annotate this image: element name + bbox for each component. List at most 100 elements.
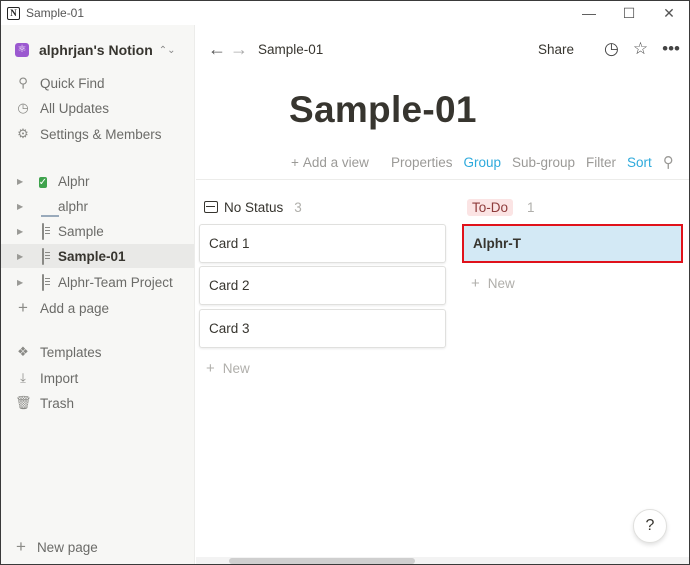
add-page-label: Add a page (40, 300, 110, 316)
card-title: Card 1 (209, 236, 250, 251)
window-title: Sample-01 (26, 6, 85, 20)
expand-arrow-icon[interactable]: ▶ (17, 227, 27, 236)
sidebar-page-sample[interactable]: ▶ Sample (1, 219, 194, 243)
expand-arrow-icon[interactable]: ▶ (17, 177, 27, 186)
sidebar-item-label: All Updates (40, 100, 110, 116)
sidebar-page-sample-01[interactable]: ▶ Sample-01 (1, 244, 194, 268)
notion-logo-icon: N (7, 6, 20, 20)
new-card-label: New (487, 275, 515, 291)
sidebar-item-settings[interactable]: ⚙ Settings & Members (1, 122, 194, 146)
new-card-button[interactable]: + New (206, 358, 250, 378)
help-button[interactable]: ? (633, 509, 667, 543)
board-card[interactable]: Card 1 (199, 224, 446, 263)
add-page-button[interactable]: + Add a page (1, 296, 194, 320)
sidebar-item-label: Templates (40, 344, 102, 360)
column-header-to-do[interactable]: To-Do 1 (467, 197, 535, 217)
sidebar-item-label: Trash (40, 395, 75, 411)
page-icon (42, 247, 44, 265)
new-card-label: New (222, 360, 250, 376)
add-view-button[interactable]: + Add a view (291, 155, 380, 170)
new-card-button[interactable]: + New (471, 273, 515, 293)
search-icon[interactable]: ⚲ (663, 153, 674, 171)
sort-button[interactable]: Sort (627, 155, 652, 170)
properties-button[interactable]: Properties (391, 155, 453, 170)
forward-arrow-icon[interactable]: → (228, 39, 250, 60)
board-card-selected[interactable]: Alphr-T (462, 224, 683, 263)
add-view-label: Add a view (302, 154, 369, 170)
toolbar-divider (196, 179, 689, 180)
horizontal-scrollbar-thumb[interactable] (229, 558, 415, 564)
page-icon (42, 273, 44, 291)
inbox-icon (204, 201, 218, 213)
trash-icon: 🗑 (15, 395, 32, 410)
back-arrow-icon[interactable]: ← (206, 39, 228, 60)
more-options-icon[interactable]: ••• (662, 39, 680, 59)
sidebar-page-label: Alphr (58, 173, 90, 189)
minimize-button[interactable]: — (569, 1, 609, 25)
expand-arrow-icon[interactable]: ▶ (17, 278, 27, 287)
workspace-switcher[interactable]: ⚛ alphrjan's Notion ⌃⌄ (15, 39, 176, 61)
sidebar-item-all-updates[interactable]: ◷ All Updates (1, 96, 194, 120)
group-button[interactable]: Group (463, 155, 501, 170)
board-card[interactable]: Card 3 (199, 309, 446, 348)
subgroup-button[interactable]: Sub-group (512, 155, 575, 170)
plus-icon: + (18, 298, 28, 317)
sidebar-page-alphr-lower[interactable]: ▶ alphr (1, 194, 194, 218)
star-icon[interactable]: ☆ (633, 39, 648, 59)
new-page-label: New page (36, 539, 98, 555)
plus-icon: + (16, 537, 26, 556)
page-title[interactable]: Sample-01 (289, 89, 477, 131)
view-toolbar: + Add a view Properties Group Sub-group F… (291, 151, 685, 173)
sidebar-item-label: Quick Find (40, 75, 105, 91)
title-bar: N Sample-01 — ☐ ✕ (1, 1, 689, 25)
expand-arrow-icon[interactable]: ▶ (17, 252, 27, 261)
column-count: 3 (294, 199, 302, 215)
maximize-button[interactable]: ☐ (609, 1, 649, 25)
gear-icon: ⚙ (17, 126, 29, 141)
filter-button[interactable]: Filter (586, 155, 616, 170)
page-icon (42, 222, 44, 240)
templates-icon: ❖ (17, 344, 29, 359)
plus-icon: + (291, 154, 299, 170)
column-title: No Status (224, 199, 284, 215)
column-header-no-status[interactable]: No Status 3 (204, 197, 302, 217)
sidebar-page-alphr-team-project[interactable]: ▶ Alphr-Team Project (1, 270, 194, 294)
sidebar-page-label: Sample (58, 223, 104, 239)
sidebar-page-label: alphr (58, 198, 89, 214)
column-count: 1 (527, 199, 535, 215)
download-icon: ⤓ (20, 370, 26, 385)
sidebar-page-alphr[interactable]: ▶ ✓ Alphr (1, 169, 194, 193)
card-title: Card 3 (209, 321, 250, 336)
card-title: Alphr-T (473, 236, 521, 251)
new-page-button[interactable]: + New page (1, 534, 194, 560)
sidebar-page-label: Alphr-Team Project (58, 274, 173, 290)
sidebar-page-label: Sample-01 (58, 248, 126, 264)
app-window: N Sample-01 — ☐ ✕ ⚛ alphrjan's Notion ⌃⌄… (0, 0, 690, 565)
check-icon: ✓ (38, 177, 48, 188)
card-title: Card 2 (209, 278, 250, 293)
sidebar-item-label: Settings & Members (40, 126, 162, 142)
window-controls: — ☐ ✕ (569, 1, 689, 25)
breadcrumb[interactable]: Sample-01 (258, 42, 323, 57)
sidebar-item-label: Import (40, 370, 79, 386)
sidebar-item-import[interactable]: ⤓ Import (1, 366, 194, 390)
plus-icon: + (206, 359, 215, 377)
top-actions: Share ◷ ☆ ••• (538, 25, 680, 73)
expand-arrow-icon[interactable]: ▶ (17, 202, 27, 211)
workspace-name: alphrjan's Notion (39, 42, 153, 58)
sidebar: ⚛ alphrjan's Notion ⌃⌄ ⚲ Quick Find ◷ Al… (1, 25, 195, 564)
sidebar-item-trash[interactable]: 🗑 Trash (1, 391, 194, 415)
sidebar-item-quick-find[interactable]: ⚲ Quick Find (1, 71, 194, 95)
column-title: To-Do (467, 198, 514, 216)
sidebar-item-templates[interactable]: ❖ Templates (1, 340, 194, 364)
board-card[interactable]: Card 2 (199, 266, 446, 305)
close-button[interactable]: ✕ (649, 1, 689, 25)
workspace-icon: ⚛ (15, 43, 29, 57)
top-bar: ← → Sample-01 Share ◷ ☆ ••• (196, 25, 689, 73)
plus-icon: + (471, 274, 480, 292)
chevron-updown-icon: ⌃⌄ (158, 44, 176, 56)
history-clock-icon[interactable]: ◷ (604, 39, 619, 59)
search-icon: ⚲ (18, 75, 28, 90)
clock-icon: ◷ (17, 100, 29, 115)
share-button[interactable]: Share (538, 42, 574, 57)
